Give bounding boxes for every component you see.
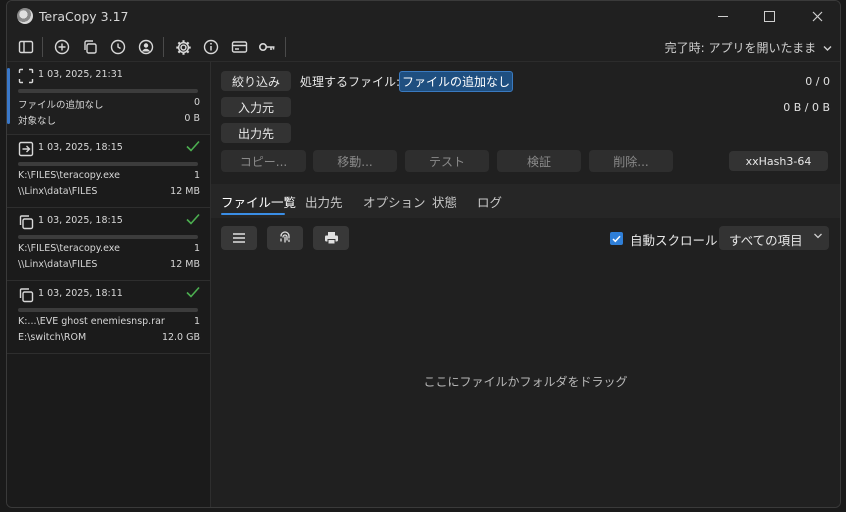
item-filter-value: すべての項目	[729, 233, 803, 248]
job-file-count: 1	[193, 316, 200, 327]
job-file-count: 1	[193, 170, 200, 181]
job-item[interactable]: 1 03, 2025, 21:31 ファイルの追加なし 0 対象なし 0 B	[7, 62, 210, 135]
panel-icon[interactable]	[16, 37, 36, 57]
scan-icon	[18, 68, 34, 84]
target-button[interactable]: 出力先	[221, 123, 291, 143]
job-target: \\Linx\data\FILES	[18, 259, 98, 270]
job-item[interactable]: 1 03, 2025, 18:15 K:\FILES\teracopy.exe 1…	[7, 135, 210, 208]
size-counter: 0 B / 0 B	[783, 101, 830, 114]
verify-button[interactable]: 検証	[497, 150, 581, 172]
item-filter-select[interactable]: すべての項目	[719, 226, 829, 250]
toolbar-separator	[163, 37, 164, 57]
tab-target[interactable]: 出力先	[305, 192, 343, 211]
job-date: 1 03, 2025, 18:15	[38, 142, 123, 153]
job-source: ファイルの追加なし	[18, 100, 104, 111]
job-size: 12 MB	[170, 186, 200, 197]
job-source: K:...\EVE ghost enemiesnsp.rar	[18, 316, 165, 327]
check-icon	[186, 140, 200, 152]
close-icon	[812, 11, 822, 21]
maximize-button[interactable]	[755, 5, 783, 27]
job-date: 1 03, 2025, 21:31	[38, 69, 123, 80]
files-to-process-label: 処理するファイル:	[300, 75, 401, 89]
filter-button[interactable]: 絞り込み	[221, 71, 291, 91]
info-icon[interactable]	[201, 37, 221, 57]
tab-status[interactable]: 状態	[432, 192, 457, 211]
checkmark-icon	[612, 235, 621, 242]
active-tab-indicator	[221, 213, 285, 215]
job-source: K:\FILES\teracopy.exe	[18, 170, 120, 181]
job-target: \\Linx\data\FILES	[18, 186, 98, 197]
copy-icon	[19, 215, 34, 230]
menu-icon	[233, 233, 245, 243]
chevron-down-icon	[823, 46, 832, 51]
add-icon[interactable]	[52, 37, 72, 57]
job-progress-bar	[18, 89, 198, 93]
tab-bar: ファイル一覧 出力先 オプション 状態 ログ	[211, 184, 840, 218]
copy-icon	[19, 288, 34, 303]
move-button[interactable]: 移動...	[313, 150, 397, 172]
job-date: 1 03, 2025, 18:11	[38, 288, 123, 299]
job-progress-bar	[18, 308, 198, 312]
job-size: 12 MB	[170, 259, 200, 270]
toolbar-separator	[285, 37, 286, 57]
completion-action-dropdown[interactable]: 完了時: アプリを開いたまま	[665, 39, 832, 56]
autoscroll-label[interactable]: 自動スクロール	[630, 230, 718, 249]
fingerprint-icon	[280, 231, 290, 243]
job-history-panel: 1 03, 2025, 21:31 ファイルの追加なし 0 対象なし 0 B 1 0…	[7, 62, 211, 507]
selection-accent	[7, 68, 10, 124]
job-item[interactable]: 1 03, 2025, 18:11 K:...\EVE ghost enemie…	[7, 281, 210, 354]
minimize-button[interactable]	[709, 5, 737, 27]
history-icon[interactable]	[108, 37, 128, 57]
gear-icon[interactable]	[173, 37, 193, 57]
source-button[interactable]: 入力元	[221, 97, 291, 117]
completion-action-label: 完了時: アプリを開いたまま	[664, 41, 817, 55]
job-size: 12.0 GB	[161, 332, 200, 343]
delete-button[interactable]: 削除...	[589, 150, 673, 172]
job-target: E:\switch\ROM	[18, 332, 87, 343]
maximize-icon	[763, 10, 775, 22]
file-list-area[interactable]: 自動スクロール すべての項目 ここにファイルかフォルダをドラッグ	[211, 218, 840, 507]
toolbar: 完了時: アプリを開いたまま	[7, 32, 840, 62]
job-file-count: 0	[193, 97, 200, 108]
job-item[interactable]: 1 03, 2025, 18:15 K:\FILES\teracopy.exe 1…	[7, 208, 210, 281]
tab-file-list[interactable]: ファイル一覧	[221, 192, 296, 211]
files-value[interactable]: ファイルの追加なし	[399, 71, 513, 92]
autoscroll-checkbox[interactable]	[610, 232, 623, 245]
title-bar: TeraCopy 3.17	[7, 1, 840, 31]
job-progress-bar	[18, 235, 198, 239]
hash-button[interactable]	[267, 226, 303, 250]
tab-log[interactable]: ログ	[477, 192, 502, 211]
copy-icon[interactable]	[80, 37, 100, 57]
job-size: 0 B	[184, 113, 200, 124]
key-icon[interactable]	[257, 37, 277, 57]
job-target: 対象なし	[18, 116, 57, 127]
minimize-icon	[718, 15, 728, 17]
close-button[interactable]	[803, 5, 831, 27]
window-title: TeraCopy 3.17	[39, 9, 129, 24]
job-progress-bar	[18, 162, 198, 166]
print-icon	[324, 232, 338, 245]
check-icon	[186, 286, 200, 298]
copy-button[interactable]: コピー...	[221, 150, 306, 172]
toolbar-separator	[42, 37, 43, 57]
move-icon	[18, 141, 34, 157]
teracopy-window: TeraCopy 3.17 完了時: アプリを開いたまま 1 03, 2025,…	[6, 0, 841, 508]
drop-hint: ここにファイルかフォルダをドラッグ	[423, 375, 628, 389]
check-icon	[186, 213, 200, 225]
user-icon[interactable]	[136, 37, 156, 57]
card-icon[interactable]	[229, 37, 249, 57]
job-file-count: 1	[193, 243, 200, 254]
test-button[interactable]: テスト	[405, 150, 489, 172]
job-date: 1 03, 2025, 18:15	[38, 215, 123, 226]
tab-options[interactable]: オプション	[363, 192, 426, 211]
print-button[interactable]	[313, 226, 349, 250]
job-source: K:\FILES\teracopy.exe	[18, 243, 120, 254]
menu-button[interactable]	[221, 226, 257, 250]
app-logo-icon	[17, 8, 33, 24]
hash-algorithm-button[interactable]: xxHash3-64	[729, 151, 828, 171]
chevron-down-icon	[814, 233, 822, 239]
file-count: 0 / 0	[805, 75, 830, 88]
